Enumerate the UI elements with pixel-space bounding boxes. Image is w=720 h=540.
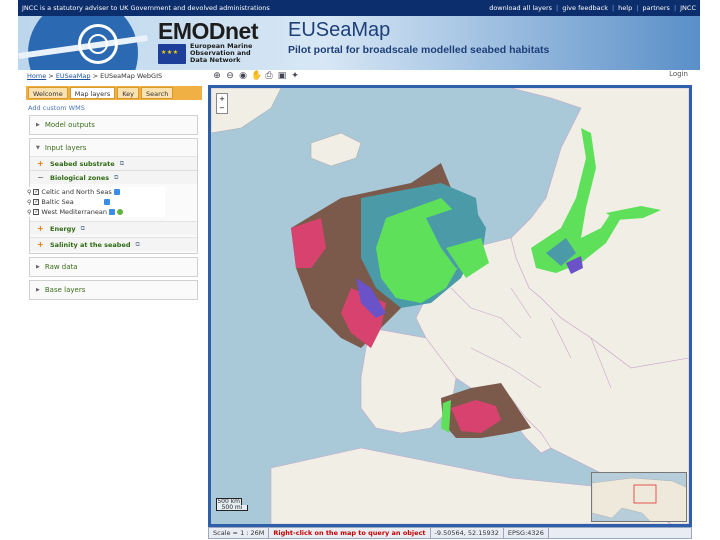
panel-model-outputs[interactable]: ▶ Model outputs bbox=[29, 115, 198, 135]
add-custom-wms-link[interactable]: Add custom WMS bbox=[28, 104, 85, 112]
page: JNCC is a statutory adviser to UK Govern… bbox=[0, 0, 720, 540]
brand-title: EMODnet bbox=[158, 18, 259, 44]
pan-hand-icon[interactable]: ✋ bbox=[251, 71, 262, 81]
zoom-out-icon[interactable]: ⊖ bbox=[225, 71, 235, 81]
scale-mi: 500 mi bbox=[216, 505, 248, 511]
layer-west-mediterranean: West Mediterranean bbox=[41, 208, 107, 216]
link-separator: | bbox=[556, 4, 559, 12]
map-viewport[interactable]: + − 500 km 500 mi bbox=[208, 85, 692, 527]
layer-info-icon[interactable]: ⧉ bbox=[120, 160, 124, 168]
layer-list: ⚲ ✓ Celtic and North Seas ⚲ ✓ Baltic Sea… bbox=[25, 187, 165, 217]
overview-map-canvas bbox=[592, 477, 686, 521]
scale-readout: Scale = 1 : 26M bbox=[209, 528, 270, 538]
query-hint: Right-click on the map to query an objec… bbox=[269, 528, 431, 538]
map-zoom-minus-icon[interactable]: − bbox=[219, 104, 225, 112]
panel-input-layers-label: Input layers bbox=[44, 143, 87, 152]
site-title: EUSeaMap bbox=[288, 19, 391, 41]
group-biological-zones[interactable]: − Biological zones ⧉ bbox=[30, 170, 197, 184]
panel-base-layers-label: Base layers bbox=[44, 286, 86, 294]
tab-welcome[interactable]: Welcome bbox=[28, 87, 68, 99]
collapse-minus-icon: − bbox=[37, 173, 44, 182]
layer-baltic-sea: Baltic Sea bbox=[41, 198, 74, 206]
brand-subtitle: European Marine Observation and Data Net… bbox=[190, 42, 253, 64]
print-icon[interactable]: ⎙ bbox=[264, 71, 274, 81]
scale-bar: 500 km 500 mi bbox=[216, 498, 248, 511]
eu-flag-icon bbox=[158, 44, 186, 64]
zoom-to-layer-icon[interactable]: ⚲ bbox=[27, 199, 31, 206]
link-separator: | bbox=[611, 4, 615, 12]
coordinate-readout: -9.50564, 52.15932 bbox=[431, 528, 504, 538]
link-give-feedback[interactable]: give feedback bbox=[562, 4, 608, 12]
top-strip-text: JNCC is a statutory adviser to UK Govern… bbox=[22, 4, 270, 12]
panel-base-layers[interactable]: ▶ Base layers bbox=[29, 280, 198, 300]
projection-readout: EPSG:4326 bbox=[504, 528, 549, 538]
map-zoom-plus-icon[interactable]: + bbox=[219, 95, 225, 103]
panel-raw-data[interactable]: ▶ Raw data bbox=[29, 257, 198, 277]
layer-item: ⚲ ✓ Celtic and North Seas bbox=[25, 187, 165, 197]
breadcrumb-home[interactable]: Home bbox=[27, 72, 46, 80]
zoom-to-layer-icon[interactable]: ⚲ bbox=[27, 189, 31, 196]
sidebar-tabs: Welcome Map layers Key Search bbox=[26, 86, 202, 100]
collapse-arrow-icon: ▼ bbox=[36, 144, 40, 151]
tab-key[interactable]: Key bbox=[117, 87, 140, 99]
expand-plus-icon: + bbox=[37, 224, 44, 233]
panel-input-layers-header[interactable]: ▼ Input layers bbox=[30, 139, 197, 156]
globe-icon[interactable]: ◉ bbox=[238, 71, 248, 81]
info-icon[interactable] bbox=[113, 189, 120, 195]
zoom-in-icon[interactable]: ⊕ bbox=[212, 71, 222, 81]
status-ok-icon bbox=[116, 209, 123, 215]
layer-item: ⚲ ✓ West Mediterranean bbox=[25, 207, 165, 217]
logo-ring-inner-icon bbox=[88, 34, 108, 54]
map-zoom-control: + − bbox=[216, 93, 228, 114]
expand-arrow-icon: ▶ bbox=[36, 287, 40, 293]
link-jncc[interactable]: JNCC bbox=[680, 4, 696, 12]
top-links: download all layers | give feedback | he… bbox=[489, 4, 696, 12]
expand-arrow-icon: ▶ bbox=[36, 122, 40, 128]
tab-map-layers[interactable]: Map layers bbox=[69, 87, 116, 99]
info-icon[interactable] bbox=[103, 199, 110, 205]
expand-plus-icon: + bbox=[37, 159, 44, 168]
layer-celtic-north-seas: Celtic and North Seas bbox=[41, 188, 112, 196]
map-canvas[interactable] bbox=[211, 88, 689, 524]
layer-info-icon[interactable]: ⧉ bbox=[81, 225, 85, 233]
login-link[interactable]: Login bbox=[669, 70, 688, 78]
breadcrumb-current: EUSeaMap WebGIS bbox=[100, 72, 163, 80]
info-icon[interactable] bbox=[108, 209, 115, 215]
group-salinity[interactable]: + Salinity at the seabed ⧉ bbox=[30, 237, 197, 251]
info-query-icon[interactable]: ✦ bbox=[290, 71, 300, 81]
layer-checkbox[interactable]: ✓ bbox=[33, 189, 40, 195]
panel-input-layers: ▼ Input layers + Seabed substrate ⧉ − Bi… bbox=[25, 138, 198, 254]
land-iceland bbox=[310, 132, 362, 167]
layer-item: ⚲ ✓ Baltic Sea bbox=[25, 197, 165, 207]
group-energy[interactable]: + Energy ⧉ bbox=[30, 221, 197, 235]
link-partners[interactable]: partners bbox=[642, 4, 670, 12]
header-banner: EMODnet European Marine Observation and … bbox=[18, 16, 700, 70]
map-status-bar: Scale = 1 : 26M Right-click on the map t… bbox=[208, 527, 692, 539]
export-icon[interactable]: ▣ bbox=[277, 71, 287, 81]
link-separator: | bbox=[673, 4, 677, 12]
link-download-all-layers[interactable]: download all layers bbox=[489, 4, 552, 12]
layer-checkbox[interactable]: ✓ bbox=[33, 199, 40, 205]
top-strip: JNCC is a statutory adviser to UK Govern… bbox=[18, 0, 700, 16]
group-seabed-substrate[interactable]: + Seabed substrate ⧉ bbox=[30, 156, 197, 170]
zoom-to-layer-icon[interactable]: ⚲ bbox=[27, 209, 31, 216]
site-subtitle: Pilot portal for broadscale modelled sea… bbox=[288, 44, 550, 56]
expand-plus-icon: + bbox=[37, 240, 44, 249]
overview-map[interactable] bbox=[591, 472, 687, 522]
expand-arrow-icon: ▶ bbox=[36, 264, 40, 270]
link-separator: | bbox=[636, 4, 639, 12]
breadcrumb-euseamap[interactable]: EUSeaMap bbox=[56, 72, 91, 80]
map-toolbar: ⊕ ⊖ ◉ ✋ ⎙ ▣ ✦ bbox=[212, 71, 300, 81]
layer-info-icon[interactable]: ⧉ bbox=[136, 241, 140, 249]
link-help[interactable]: help bbox=[618, 4, 632, 12]
panel-model-outputs-label: Model outputs bbox=[44, 121, 95, 129]
tab-search[interactable]: Search bbox=[141, 87, 174, 99]
breadcrumb: Home > EUSeaMap > EUSeaMap WebGIS bbox=[27, 72, 163, 80]
layer-info-icon[interactable]: ⧉ bbox=[114, 174, 118, 182]
layer-checkbox[interactable]: ✓ bbox=[33, 209, 40, 215]
panel-raw-data-label: Raw data bbox=[44, 263, 78, 271]
